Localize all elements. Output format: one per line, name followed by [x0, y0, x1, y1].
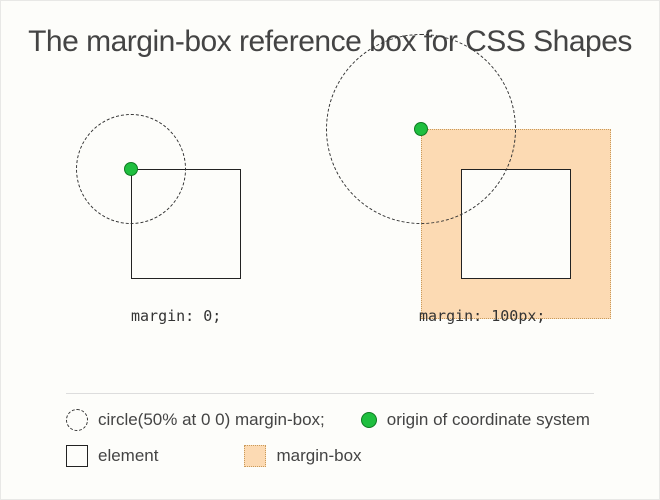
legend-label: circle(50% at 0 0) margin-box; — [98, 410, 325, 430]
origin-dot-icon — [361, 412, 377, 428]
dashed-circle-icon — [66, 409, 88, 431]
caption-left: margin: 0; — [131, 307, 221, 325]
caption-right: margin: 100px; — [419, 307, 545, 325]
legend-item-origin: origin of coordinate system — [361, 409, 590, 431]
origin-dot-icon — [414, 122, 428, 136]
page-title: The margin-box reference box for CSS Sha… — [1, 1, 659, 59]
legend-item-marginbox: margin-box — [244, 445, 361, 467]
legend-label: origin of coordinate system — [387, 410, 590, 430]
divider — [66, 393, 594, 394]
legend: circle(50% at 0 0) margin-box; origin of… — [66, 409, 604, 481]
legend-item-element: element — [66, 445, 158, 467]
origin-dot-icon — [124, 162, 138, 176]
element-square-icon — [66, 445, 88, 467]
diagram-stage: margin: 0; margin: 100px; — [1, 59, 659, 319]
margin-box-icon — [244, 445, 266, 467]
legend-label: margin-box — [276, 446, 361, 466]
legend-label: element — [98, 446, 158, 466]
legend-item-circle: circle(50% at 0 0) margin-box; — [66, 409, 325, 431]
